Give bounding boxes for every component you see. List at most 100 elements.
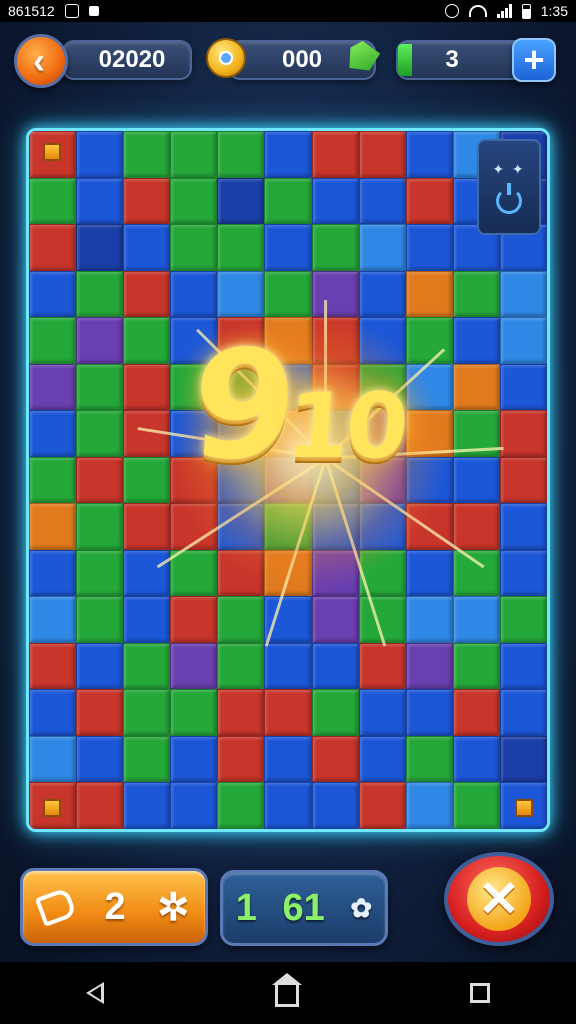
puzzle-piece[interactable] xyxy=(358,735,406,783)
puzzle-piece[interactable] xyxy=(76,131,124,178)
puzzle-piece[interactable] xyxy=(264,549,312,597)
puzzle-piece[interactable] xyxy=(311,689,359,736)
puzzle-piece[interactable] xyxy=(358,782,406,829)
puzzle-piece[interactable] xyxy=(358,549,406,597)
puzzle-piece[interactable] xyxy=(123,363,171,411)
puzzle-piece[interactable] xyxy=(123,317,171,364)
puzzle-piece[interactable] xyxy=(311,549,359,597)
puzzle-piece[interactable] xyxy=(29,735,77,783)
puzzle-piece[interactable] xyxy=(29,642,77,690)
puzzle-piece[interactable] xyxy=(264,503,312,550)
puzzle-piece[interactable] xyxy=(170,549,218,597)
puzzle-piece[interactable] xyxy=(123,410,171,457)
hint-button[interactable]: ✦ ✦ xyxy=(477,139,541,235)
puzzle-piece[interactable] xyxy=(264,782,312,829)
nav-home-icon[interactable] xyxy=(271,973,302,1007)
puzzle-piece[interactable] xyxy=(170,782,218,829)
puzzle-piece[interactable] xyxy=(452,735,500,783)
puzzle-piece[interactable] xyxy=(405,689,453,736)
puzzle-piece[interactable] xyxy=(499,270,547,318)
puzzle-piece[interactable] xyxy=(405,177,453,225)
puzzle-piece[interactable] xyxy=(217,224,265,271)
puzzle-piece[interactable] xyxy=(217,270,265,318)
puzzle-piece[interactable] xyxy=(170,596,218,643)
puzzle-piece[interactable] xyxy=(452,689,500,736)
puzzle-piece[interactable] xyxy=(170,270,218,318)
puzzle-piece[interactable] xyxy=(405,224,453,271)
puzzle-piece[interactable] xyxy=(405,549,453,597)
puzzle-piece[interactable] xyxy=(405,642,453,690)
puzzle-piece[interactable] xyxy=(499,456,547,504)
puzzle-piece[interactable] xyxy=(29,177,77,225)
puzzle-piece[interactable] xyxy=(29,456,77,504)
puzzle-piece[interactable] xyxy=(264,596,312,643)
puzzle-piece[interactable] xyxy=(217,642,265,690)
puzzle-piece[interactable] xyxy=(499,596,547,643)
puzzle-piece[interactable] xyxy=(29,363,77,411)
puzzle-piece[interactable] xyxy=(499,410,547,457)
puzzle-piece[interactable] xyxy=(217,689,265,736)
puzzle-piece[interactable] xyxy=(499,549,547,597)
puzzle-piece[interactable] xyxy=(452,363,500,411)
puzzle-board[interactable]: 910 ✦ ✦ xyxy=(26,128,550,832)
puzzle-piece[interactable] xyxy=(405,596,453,643)
puzzle-piece[interactable] xyxy=(311,177,359,225)
puzzle-piece[interactable] xyxy=(76,782,124,829)
puzzle-piece[interactable] xyxy=(499,503,547,550)
puzzle-piece[interactable] xyxy=(76,642,124,690)
puzzle-piece[interactable] xyxy=(123,503,171,550)
puzzle-piece[interactable] xyxy=(29,503,77,550)
puzzle-piece[interactable] xyxy=(76,224,124,271)
puzzle-piece[interactable] xyxy=(29,224,77,271)
puzzle-piece[interactable] xyxy=(499,317,547,364)
puzzle-piece[interactable] xyxy=(217,131,265,178)
puzzle-piece[interactable] xyxy=(76,689,124,736)
puzzle-piece[interactable] xyxy=(499,363,547,411)
puzzle-piece[interactable] xyxy=(170,131,218,178)
puzzle-piece[interactable] xyxy=(123,549,171,597)
puzzle-piece[interactable] xyxy=(217,782,265,829)
puzzle-piece[interactable] xyxy=(76,456,124,504)
puzzle-piece[interactable] xyxy=(264,642,312,690)
puzzle-piece[interactable] xyxy=(76,317,124,364)
puzzle-piece[interactable] xyxy=(29,317,77,364)
puzzle-piece[interactable] xyxy=(29,689,77,736)
puzzle-piece[interactable] xyxy=(311,270,359,318)
puzzle-piece[interactable] xyxy=(123,735,171,783)
puzzle-piece[interactable] xyxy=(76,596,124,643)
puzzle-piece[interactable] xyxy=(264,224,312,271)
puzzle-piece[interactable] xyxy=(170,503,218,550)
puzzle-piece[interactable] xyxy=(217,735,265,783)
puzzle-piece[interactable] xyxy=(123,270,171,318)
puzzle-piece[interactable] xyxy=(264,689,312,736)
puzzle-piece[interactable] xyxy=(264,270,312,318)
puzzle-piece[interactable] xyxy=(170,735,218,783)
puzzle-piece[interactable] xyxy=(405,735,453,783)
puzzle-piece[interactable] xyxy=(405,131,453,178)
puzzle-piece[interactable] xyxy=(76,549,124,597)
puzzle-piece[interactable] xyxy=(29,270,77,318)
puzzle-piece[interactable] xyxy=(264,131,312,178)
puzzle-piece[interactable] xyxy=(311,503,359,550)
puzzle-piece[interactable] xyxy=(123,596,171,643)
nav-back-icon[interactable] xyxy=(85,982,104,1004)
puzzle-piece[interactable] xyxy=(123,131,171,178)
puzzle-piece[interactable] xyxy=(76,270,124,318)
puzzle-piece[interactable] xyxy=(499,642,547,690)
puzzle-piece[interactable] xyxy=(358,224,406,271)
puzzle-piece[interactable] xyxy=(452,596,500,643)
close-button[interactable]: ✕ xyxy=(444,852,554,946)
puzzle-piece[interactable] xyxy=(405,782,453,829)
puzzle-piece[interactable] xyxy=(264,177,312,225)
puzzle-piece[interactable] xyxy=(452,549,500,597)
puzzle-piece[interactable] xyxy=(311,224,359,271)
puzzle-piece[interactable] xyxy=(76,735,124,783)
puzzle-piece[interactable] xyxy=(358,642,406,690)
puzzle-piece[interactable] xyxy=(123,782,171,829)
puzzle-piece[interactable] xyxy=(29,596,77,643)
puzzle-piece[interactable] xyxy=(29,410,77,457)
puzzle-piece[interactable] xyxy=(405,503,453,550)
puzzle-piece[interactable] xyxy=(311,131,359,178)
puzzle-piece[interactable] xyxy=(311,596,359,643)
puzzle-piece[interactable] xyxy=(76,363,124,411)
